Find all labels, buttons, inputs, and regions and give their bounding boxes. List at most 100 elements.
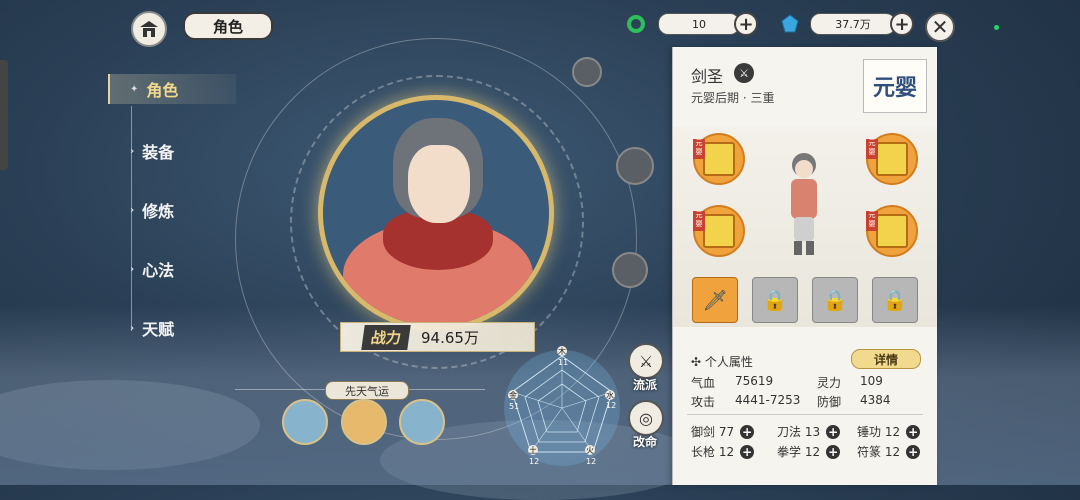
skill-value: 13 bbox=[804, 424, 821, 439]
attr-value: 109 bbox=[860, 374, 883, 388]
home-button[interactable] bbox=[131, 11, 167, 47]
pavilion-icon bbox=[140, 21, 158, 37]
change-fate-label: 改命 bbox=[633, 435, 658, 449]
book-tag: 元婴 bbox=[866, 211, 878, 231]
locked-slot[interactable]: 🔒 bbox=[812, 277, 858, 323]
planet-orb bbox=[572, 57, 602, 87]
class-swap-icon[interactable]: ⚔ bbox=[734, 63, 754, 83]
class-name: 剑圣 bbox=[691, 67, 724, 86]
weapon-slot[interactable]: 🗡 bbox=[692, 277, 738, 323]
book-icon bbox=[703, 214, 735, 248]
nav-label: 修炼 bbox=[142, 202, 175, 221]
lock-icon: 🔒 bbox=[882, 288, 908, 312]
skill-sword: 御剑 77 + bbox=[691, 423, 755, 440]
add-skill-button[interactable]: + bbox=[906, 424, 921, 439]
planet-orb bbox=[612, 252, 648, 288]
radar-label: 金 bbox=[509, 390, 517, 400]
fate-avatar-3[interactable] bbox=[399, 399, 445, 445]
status-dot bbox=[994, 25, 999, 30]
add-skill-button[interactable]: + bbox=[740, 444, 755, 459]
fate-avatar-2[interactable] bbox=[341, 399, 387, 445]
book-tag: 元婴 bbox=[693, 139, 705, 159]
compass-icon: ✣ bbox=[691, 355, 705, 369]
locked-slot[interactable]: 🔒 bbox=[752, 277, 798, 323]
skill-label: 拳学 bbox=[777, 445, 802, 459]
skill-value: 12 bbox=[804, 444, 821, 459]
skill-fist: 拳学 12 + bbox=[777, 443, 841, 460]
attr-label: 攻击 bbox=[691, 395, 716, 409]
character-panel: 剑圣 ⚔ 元婴后期 · 三重 元婴 元婴 元婴 元婴 元婴 🗡 🔒 🔒 🔒 ✣ … bbox=[672, 47, 937, 485]
add-skill-button[interactable]: + bbox=[826, 424, 841, 439]
chibi-hero bbox=[791, 153, 817, 255]
nav-label: 天赋 bbox=[142, 320, 175, 339]
chevron-right-icon: ✦ bbox=[130, 83, 139, 95]
nav-label: 装备 bbox=[142, 143, 175, 162]
book-icon bbox=[876, 214, 908, 248]
skill-label: 御剑 bbox=[691, 425, 716, 439]
lock-icon: 🔒 bbox=[762, 288, 788, 312]
close-button[interactable]: ✕ bbox=[925, 12, 955, 42]
technique-book-slot[interactable]: 元婴 bbox=[866, 205, 918, 257]
sword-school-icon: ⚔ bbox=[638, 351, 654, 371]
add-jade-button[interactable]: + bbox=[734, 12, 758, 36]
currency-stone-value: 37.7万 bbox=[810, 13, 896, 35]
realm-seal: 元婴 bbox=[863, 59, 927, 113]
radar-value: 12 bbox=[586, 457, 596, 466]
skill-talisman: 符篆 12 + bbox=[857, 443, 921, 460]
lock-icon: 🔒 bbox=[822, 288, 848, 312]
nav-item-cultivation[interactable]: › 修炼 bbox=[130, 198, 174, 222]
radar-value: 12 bbox=[606, 401, 616, 410]
skill-label: 锤功 bbox=[857, 425, 882, 439]
nav-item-talent[interactable]: › 天赋 bbox=[130, 316, 174, 340]
book-tag: 元婴 bbox=[693, 211, 705, 231]
edge-handle bbox=[0, 60, 8, 170]
fate-title: 先天气运 bbox=[325, 381, 409, 400]
locked-slot[interactable]: 🔒 bbox=[872, 277, 918, 323]
attr-value: 75619 bbox=[735, 374, 774, 388]
book-icon bbox=[703, 142, 735, 176]
add-skill-button[interactable]: + bbox=[906, 444, 921, 459]
skill-value: 12 bbox=[718, 444, 735, 459]
skill-blade: 刀法 13 + bbox=[777, 423, 841, 440]
school-button[interactable]: ⚔ bbox=[628, 343, 664, 379]
currency-stone: 37.7万 + bbox=[780, 11, 914, 37]
add-stone-button[interactable]: + bbox=[890, 12, 914, 36]
change-fate-button[interactable]: ◎ bbox=[628, 400, 664, 436]
details-button[interactable]: 详情 bbox=[851, 349, 921, 369]
radar-label: 木 bbox=[558, 346, 566, 356]
radar-value: 51 bbox=[509, 402, 519, 411]
chevron-right-icon: › bbox=[130, 145, 135, 157]
technique-book-slot[interactable]: 元婴 bbox=[693, 205, 745, 257]
skill-value: 12 bbox=[884, 424, 901, 439]
nav-label: 心法 bbox=[142, 261, 175, 280]
radar-label: 土 bbox=[529, 445, 537, 455]
skill-value: 12 bbox=[884, 444, 901, 459]
skill-label: 刀法 bbox=[777, 425, 802, 439]
element-radar: 木 11 水 12 火 12 土 12 金 51 bbox=[504, 346, 620, 466]
chevron-right-icon: › bbox=[130, 322, 135, 334]
nav-item-equipment[interactable]: › 装备 bbox=[130, 139, 174, 163]
attributes-header-label: 个人属性 bbox=[704, 355, 753, 369]
page-title: 角色 bbox=[183, 12, 273, 40]
book-tag: 元婴 bbox=[866, 139, 878, 159]
book-icon bbox=[876, 142, 908, 176]
nav-label: 角色 bbox=[146, 81, 179, 100]
radar-label: 火 bbox=[586, 446, 594, 455]
spirit-stone-icon bbox=[781, 14, 799, 33]
attr-label: 灵力 bbox=[817, 376, 842, 390]
add-skill-button[interactable]: + bbox=[740, 424, 755, 439]
skill-hammer: 锤功 12 + bbox=[857, 423, 921, 440]
skill-label: 符篆 bbox=[857, 445, 882, 459]
divider bbox=[687, 414, 923, 415]
nav-item-mind-method[interactable]: › 心法 bbox=[130, 257, 174, 281]
technique-book-slot[interactable]: 元婴 bbox=[693, 133, 745, 185]
skill-value: 77 bbox=[718, 424, 735, 439]
attr-value: 4384 bbox=[860, 393, 891, 407]
school-label: 流派 bbox=[633, 378, 658, 392]
sword-icon: 🗡 bbox=[702, 288, 728, 312]
fate-avatar-1[interactable] bbox=[282, 399, 328, 445]
technique-book-slot[interactable]: 元婴 bbox=[866, 133, 918, 185]
nav-item-character[interactable]: ✦ 角色 bbox=[108, 74, 236, 104]
radar-value: 11 bbox=[558, 358, 568, 367]
add-skill-button[interactable]: + bbox=[826, 444, 841, 459]
